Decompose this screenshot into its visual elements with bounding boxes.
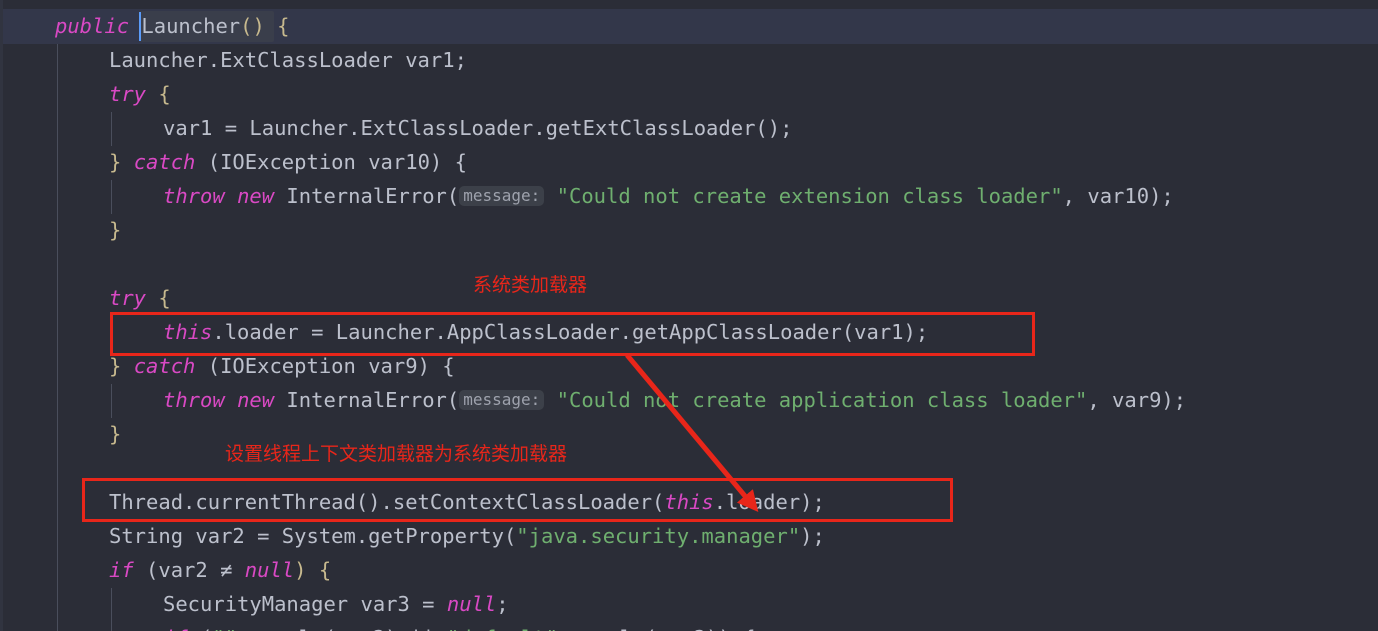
code-token: var1 = Launcher.ExtClassLoader.getExtCla… bbox=[163, 116, 793, 140]
code-token: "Could not create extension class loader… bbox=[556, 184, 1063, 208]
code-token: "Could not create application class load… bbox=[556, 388, 1088, 412]
line-catch-2[interactable]: } catch (IOException var9) { bbox=[109, 354, 455, 378]
code-token: } bbox=[109, 150, 134, 174]
code-token: SecurityManager var3 = bbox=[163, 592, 447, 616]
code-token: throw bbox=[163, 388, 225, 412]
line-set-context-classloader[interactable]: Thread.currentThread().setContextClassLo… bbox=[109, 490, 825, 514]
code-token: "java.security.manager" bbox=[516, 524, 801, 548]
indent-guide-block-try1 bbox=[111, 112, 112, 146]
indent-guide-block-if bbox=[111, 588, 112, 631]
code-token: "" bbox=[212, 626, 237, 631]
line-get-security-manager[interactable]: String var2 = System.getProperty("java.s… bbox=[109, 524, 825, 548]
indent-guide-block-try2 bbox=[111, 316, 112, 350]
code-token: catch bbox=[133, 354, 196, 378]
code-token: (IOException var9) { bbox=[195, 354, 455, 378]
line-catch-1[interactable]: } catch (IOException var10) { bbox=[109, 150, 467, 174]
annotation-label-system-classloader: 系统类加载器 bbox=[473, 274, 588, 296]
code-editor-screen: public Launcher() {Launcher.ExtClassLoad… bbox=[0, 0, 1378, 631]
line-assign-app-classloader[interactable]: this.loader = Launcher.AppClassLoader.ge… bbox=[163, 320, 928, 344]
indent-guide-level-1 bbox=[57, 44, 58, 631]
code-token: } bbox=[109, 354, 134, 378]
code-token: } bbox=[109, 218, 122, 242]
code-token: } bbox=[109, 422, 122, 446]
code-token: , var10); bbox=[1062, 184, 1174, 208]
indent-guide-block-catch1 bbox=[111, 180, 112, 214]
indent-guide-block-catch2 bbox=[111, 384, 112, 418]
line-throw-2[interactable]: throw new InternalError(message: "Could … bbox=[163, 388, 1186, 412]
code-token: .equals(var2)) { bbox=[558, 626, 755, 631]
line-if-equals-clipped[interactable]: if ("".equals(var2) || "default".equals(… bbox=[163, 626, 755, 631]
line-get-ext-classloader[interactable]: var1 = Launcher.ExtClassLoader.getExtCla… bbox=[163, 116, 792, 140]
code-token: (IOException var10) { bbox=[195, 150, 467, 174]
code-token: .loader); bbox=[713, 490, 825, 514]
code-token: , var9); bbox=[1087, 388, 1187, 412]
line-declare-var3[interactable]: SecurityManager var3 = null; bbox=[163, 592, 509, 616]
code-token: try bbox=[109, 82, 147, 106]
code-token: new bbox=[237, 184, 275, 208]
code-token: ); bbox=[800, 524, 825, 548]
annotation-label-set-context-classloader: 设置线程上下文类加载器为系统类加载器 bbox=[225, 443, 568, 465]
code-token: () { bbox=[240, 14, 290, 38]
code-token: if bbox=[163, 626, 188, 631]
line-signature[interactable]: public Launcher() { bbox=[55, 14, 290, 38]
line-throw-1[interactable]: throw new InternalError(message: "Could … bbox=[163, 184, 1174, 208]
code-token: throw bbox=[163, 184, 225, 208]
code-token: this bbox=[664, 490, 714, 514]
editor-gutter[interactable] bbox=[3, 0, 57, 631]
parameter-hint-badge: message: bbox=[459, 186, 545, 206]
code-token: null bbox=[446, 592, 497, 616]
code-token: Launcher bbox=[141, 14, 241, 38]
code-token: try bbox=[109, 286, 147, 310]
code-token: { bbox=[146, 286, 171, 310]
code-token: InternalError( bbox=[274, 184, 460, 208]
line-try-1[interactable]: try { bbox=[109, 82, 171, 106]
code-token: String var2 = System.getProperty( bbox=[109, 524, 517, 548]
code-token: this bbox=[163, 320, 213, 344]
code-token: null bbox=[244, 558, 295, 582]
code-token: new bbox=[237, 388, 275, 412]
code-token: public bbox=[55, 14, 130, 38]
code-token: catch bbox=[133, 150, 196, 174]
code-token: InternalError( bbox=[274, 388, 460, 412]
line-close-catch-2[interactable]: } bbox=[109, 422, 121, 446]
code-token: "default" bbox=[447, 626, 558, 631]
code-token: Launcher.ExtClassLoader var1; bbox=[109, 48, 467, 72]
line-declare-var1[interactable]: Launcher.ExtClassLoader var1; bbox=[109, 48, 467, 72]
code-token: ( bbox=[188, 626, 212, 631]
code-token: ; bbox=[496, 592, 509, 616]
code-token: { bbox=[146, 82, 171, 106]
parameter-hint-badge: message: bbox=[459, 390, 545, 410]
line-if-var2-not-null[interactable]: if (var2 ≠ null) { bbox=[109, 558, 331, 582]
code-token: Thread.currentThread().setContextClassLo… bbox=[109, 490, 665, 514]
code-token: .loader = Launcher.AppClassLoader.getApp… bbox=[212, 320, 929, 344]
code-token: .equals(var2) || bbox=[237, 626, 447, 631]
line-close-catch-1[interactable]: } bbox=[109, 218, 121, 242]
code-token: if bbox=[109, 558, 134, 582]
line-try-2[interactable]: try { bbox=[109, 286, 171, 310]
code-token: ) { bbox=[294, 558, 332, 582]
code-token: (var2 ≠ bbox=[133, 558, 245, 582]
